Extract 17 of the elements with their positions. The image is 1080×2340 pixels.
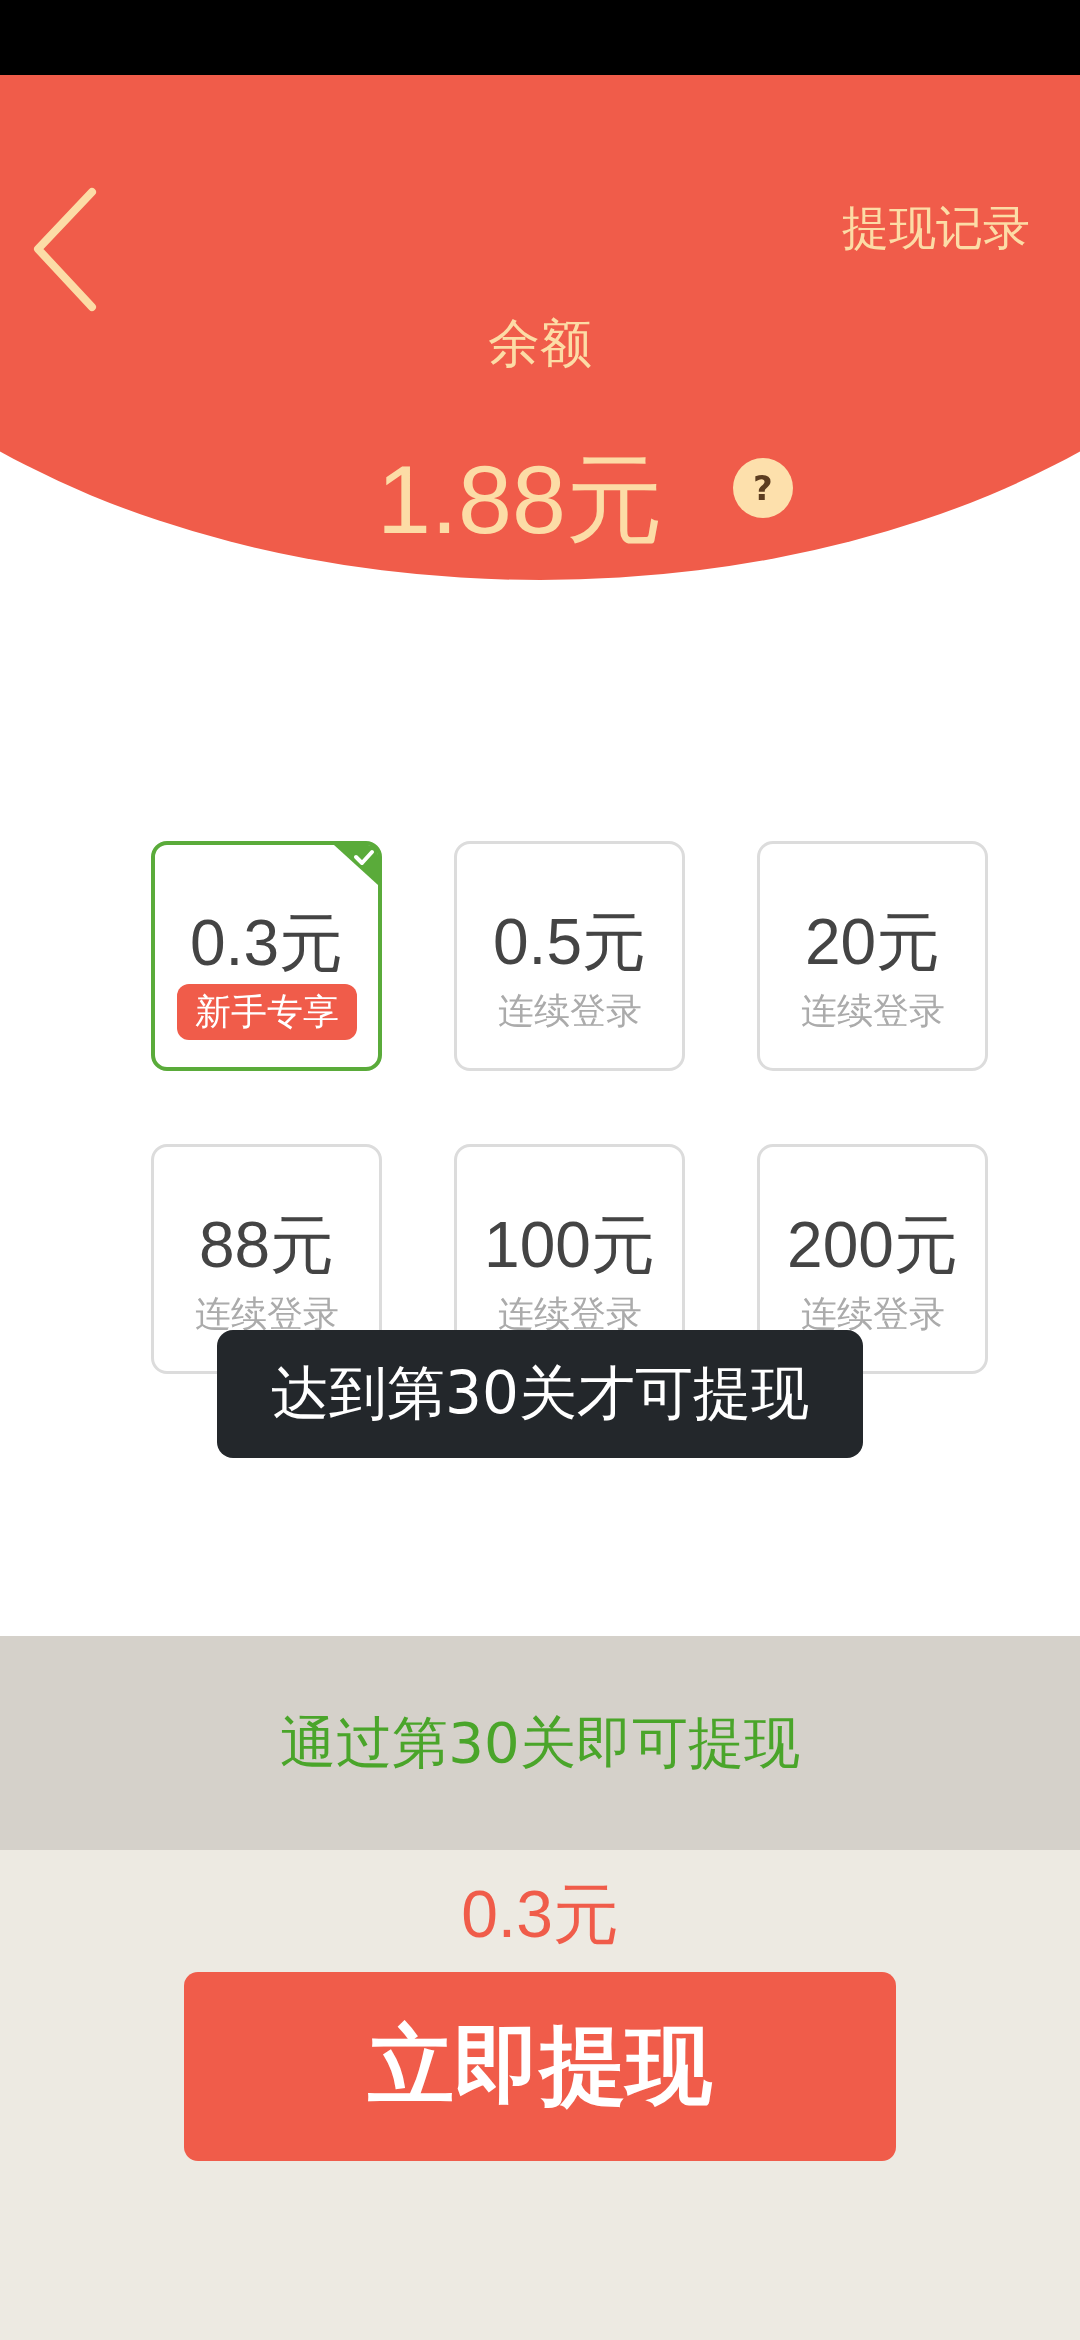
balance-label: 余额 [488, 313, 592, 373]
option-amount: 88元 [198, 1209, 335, 1281]
newcomer-badge: 新手专享 [176, 984, 357, 1040]
level-toast: 达到第30关才可提现 [217, 1330, 863, 1458]
option-note: 连续登录 [194, 1296, 339, 1332]
option-amount: 0.3元 [190, 907, 343, 979]
option-note: 连续登录 [800, 993, 945, 1029]
option-note: 连续登录 [497, 1296, 642, 1332]
option-amount: 20元 [804, 906, 941, 978]
option-note: 连续登录 [497, 993, 642, 1029]
selected-amount: 0.3元 [461, 1878, 619, 1950]
option-amount: 0.5元 [493, 906, 646, 978]
option-amount: 100元 [484, 1209, 655, 1281]
notice-text: 通过第30关即可提现 [280, 1711, 800, 1775]
option-note: 连续登录 [800, 1296, 945, 1332]
balance-amount: 1.88元 [377, 445, 663, 555]
option-amount: 200元 [787, 1209, 958, 1281]
